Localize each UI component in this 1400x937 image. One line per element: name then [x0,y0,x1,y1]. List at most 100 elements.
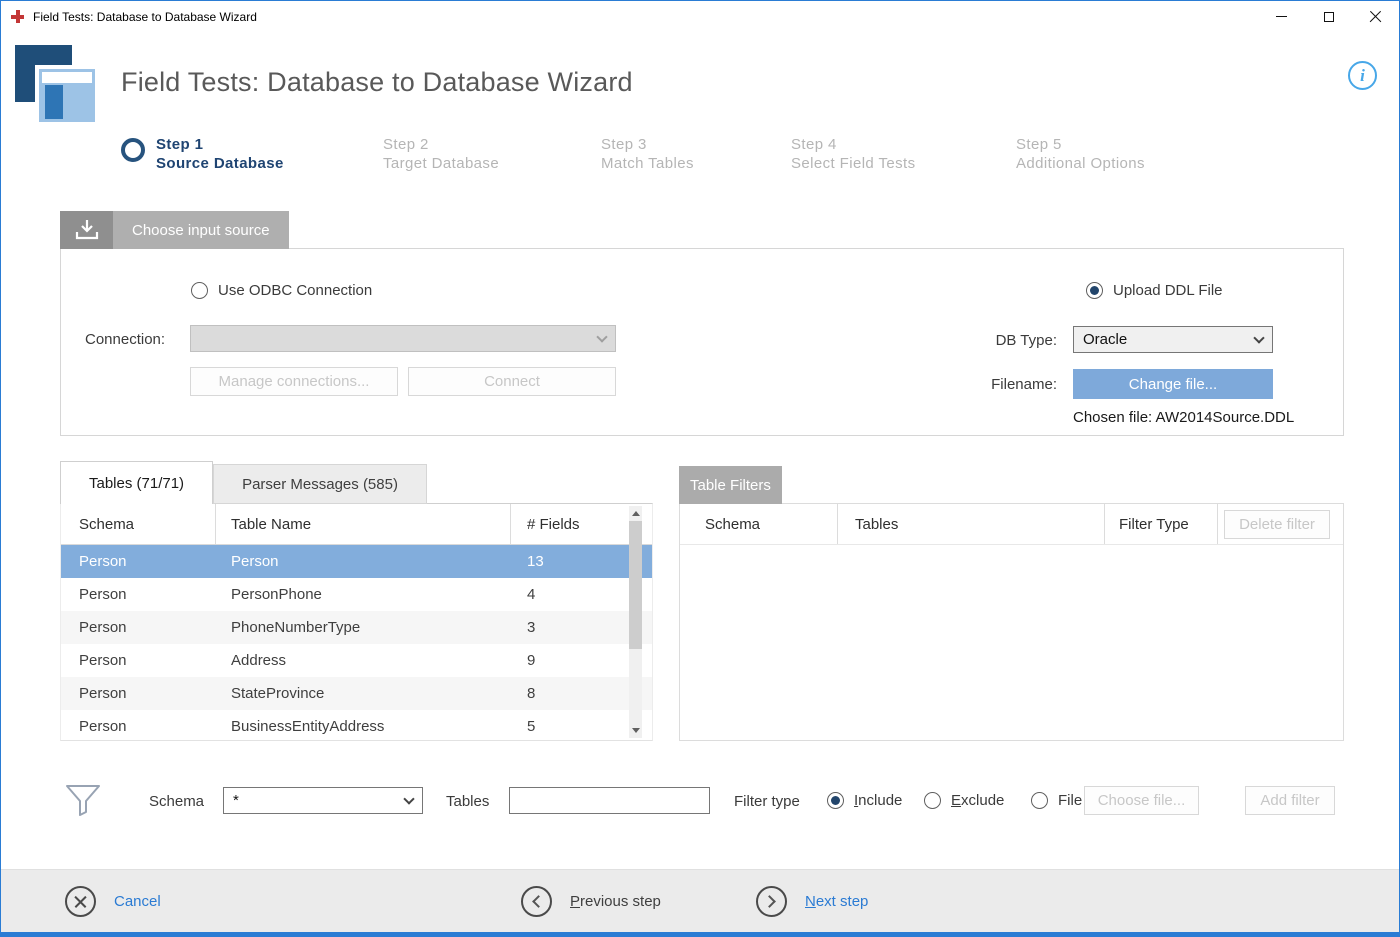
include-label: Include [854,792,902,809]
column-header-tables: Tables [838,504,1105,544]
table-row[interactable]: Person PersonPhone 4 [61,578,652,611]
step-label: Additional Options [1016,154,1145,173]
next-step-label: Next step [805,893,868,910]
cell-schema: Person [61,677,216,710]
cell-table-name: PhoneNumberType [216,611,511,644]
previous-step-label: Previous step [570,893,661,910]
table-row[interactable]: Person Address 9 [61,644,652,677]
cell-table-name: BusinessEntityAddress [216,710,511,741]
include-radio[interactable]: Include [827,792,902,809]
cancel-circle-icon [65,886,96,917]
table-filters-grid-header: Schema Tables Filter Type Delete filter [680,504,1343,545]
app-window: Field Tests: Database to Database Wizard… [0,0,1400,937]
previous-step-button[interactable]: Previous step [521,870,661,932]
filter-type-label: Filter type [734,793,800,810]
delete-filter-button[interactable]: Delete filter [1224,510,1330,539]
table-filters-header: Table Filters [679,466,782,504]
step-label: Source Database [156,154,284,173]
cell-table-name: StateProvince [216,677,511,710]
db-type-select[interactable]: Oracle [1073,326,1273,353]
step-2-target-database[interactable]: Step 2 Target Database [383,135,601,173]
upload-ddl-radio[interactable]: Upload DDL File [1086,282,1223,299]
chevron-down-icon [403,793,414,804]
page-title: Field Tests: Database to Database Wizard [121,67,633,98]
tables-grid: Schema Table Name # Fields Person Person… [60,503,653,741]
connection-label: Connection: [85,331,165,348]
scroll-up-icon[interactable] [632,511,640,516]
cancel-label: Cancel [114,893,161,910]
manage-connections-button[interactable]: Manage connections... [190,367,398,396]
change-file-button[interactable]: Change file... [1073,369,1273,399]
scrollbar-thumb[interactable] [629,521,642,649]
step-4-select-field-tests[interactable]: Step 4 Select Field Tests [791,135,1016,173]
next-circle-icon [756,886,787,917]
cell-table-name: PersonPhone [216,578,511,611]
cancel-button[interactable]: Cancel [65,870,161,932]
filter-tables-input[interactable] [509,787,710,814]
chevron-left-icon [532,895,545,908]
filter-schema-select[interactable]: * [223,787,423,814]
choose-file-button[interactable]: Choose file... [1084,786,1199,815]
add-filter-button[interactable]: Add filter [1245,786,1335,815]
info-icon[interactable] [1348,61,1377,90]
wizard-steps: Step 1 Source Database Step 2 Target Dat… [121,135,1145,173]
step-number: Step 4 [791,135,915,154]
vertical-scrollbar[interactable] [629,506,642,738]
column-header-schema: Schema [680,504,838,544]
maximize-button[interactable] [1305,1,1352,32]
active-step-circle-icon [121,138,145,162]
radio-checked-icon [1086,282,1103,299]
table-row[interactable]: Person StateProvince 8 [61,677,652,710]
cell-schema: Person [61,644,216,677]
input-source-panel: Choose input source Use ODBC Connection … [60,248,1344,436]
minimize-button[interactable] [1258,1,1305,32]
step-label: Target Database [383,154,499,173]
table-row[interactable]: Person Person 13 [61,545,652,578]
tables-tab-strip: Tables (71/71) Parser Messages (585) [60,461,427,504]
x-icon [74,895,87,908]
table-row[interactable]: Person PhoneNumberType 3 [61,611,652,644]
radio-checked-icon [827,792,844,809]
next-step-button[interactable]: Next step [756,870,868,932]
column-header-schema: Schema [61,504,216,544]
connection-select[interactable] [190,325,616,352]
step-5-additional-options[interactable]: Step 5 Additional Options [1016,135,1145,173]
upload-ddl-label: Upload DDL File [1113,282,1223,299]
step-number: Step 3 [601,135,694,154]
logo-blue-bar [45,85,63,119]
table-filters-panel: Table Filters Schema Tables Filter Type … [679,503,1344,741]
filter-tables-label: Tables [446,793,489,810]
funnel-icon [63,781,103,826]
download-icon [60,211,113,249]
close-button[interactable] [1352,1,1399,32]
exclude-radio[interactable]: Exclude [924,792,1004,809]
step-3-match-tables[interactable]: Step 3 Match Tables [601,135,791,173]
step-number: Step 1 [156,135,284,154]
file-label: File [1058,792,1082,809]
step-1-source-database[interactable]: Step 1 Source Database [121,135,383,173]
cell-table-name: Person [216,545,511,578]
close-icon [1369,10,1382,23]
chevron-down-icon [596,331,607,342]
column-header-table-name: Table Name [216,504,511,544]
tab-parser-messages[interactable]: Parser Messages (585) [213,464,427,504]
logo-white-strip [42,72,92,83]
chosen-file-text: Chosen file: AW2014Source.DDL [1073,409,1294,426]
scroll-down-icon[interactable] [632,728,640,733]
previous-circle-icon [521,886,552,917]
file-radio[interactable]: File [1031,792,1082,809]
connect-button[interactable]: Connect [408,367,616,396]
app-logo [15,45,100,127]
filter-schema-label: Schema [149,793,204,810]
input-source-panel-tab: Choose input source [60,211,289,249]
maximize-icon [1324,12,1334,22]
chevron-right-icon [763,895,776,908]
table-row[interactable]: Person BusinessEntityAddress 5 [61,710,652,741]
cell-schema: Person [61,578,216,611]
odbc-connection-radio[interactable]: Use ODBC Connection [191,282,372,299]
tab-tables[interactable]: Tables (71/71) [60,461,213,504]
cell-schema: Person [61,710,216,741]
footer-bar: Cancel Previous step Next step [1,869,1399,932]
filename-label: Filename: [991,376,1057,393]
titlebar: Field Tests: Database to Database Wizard [1,1,1399,32]
